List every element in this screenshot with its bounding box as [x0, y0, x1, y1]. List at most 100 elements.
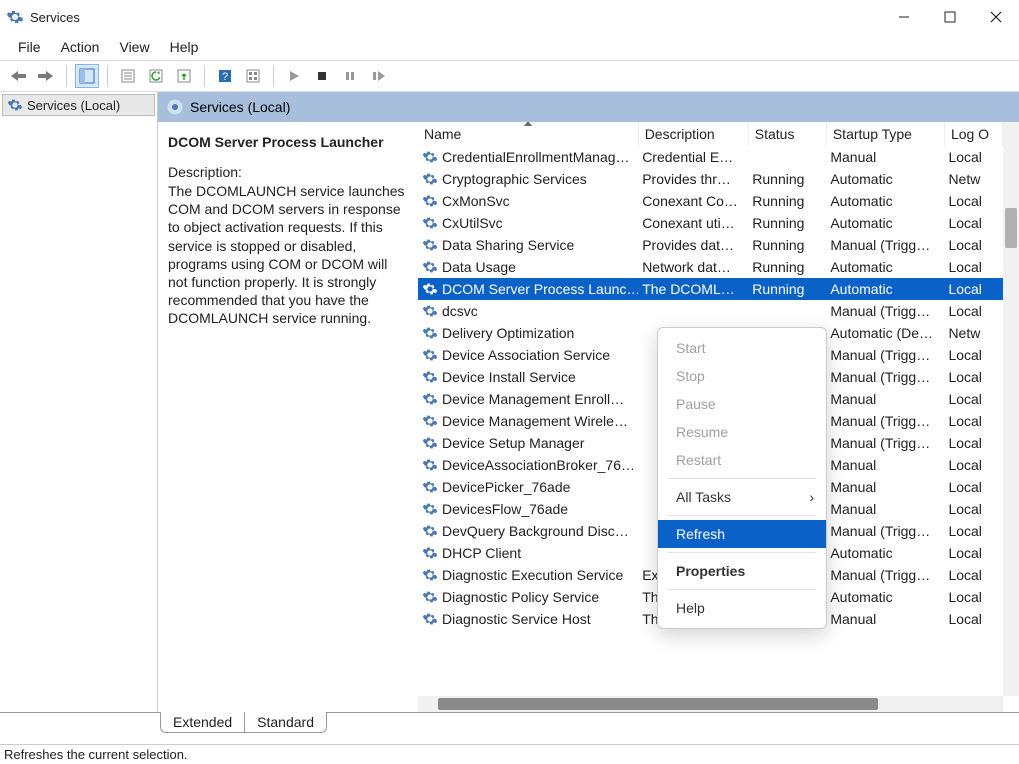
cell-name: CxUtilSvc: [442, 215, 503, 231]
menu-action[interactable]: Action: [51, 36, 110, 58]
cell-desc: Provides dat…: [638, 234, 748, 256]
cell-startup: Manual: [826, 454, 944, 476]
gear-icon: [422, 589, 438, 605]
cell-name: dcsvc: [442, 303, 478, 319]
properties-button[interactable]: [116, 64, 140, 88]
cell-logon: Local: [944, 344, 1002, 366]
cell-status: Running: [748, 234, 826, 256]
large-icons-button[interactable]: [241, 64, 265, 88]
cell-logon: Local: [944, 608, 1002, 630]
show-hide-tree-button[interactable]: [75, 64, 99, 88]
cell-logon: Local: [944, 410, 1002, 432]
cell-desc: [638, 300, 748, 322]
gear-icon: [422, 457, 438, 473]
gear-icon: [422, 193, 438, 209]
restart-button[interactable]: [366, 64, 390, 88]
help-button[interactable]: ?: [213, 64, 237, 88]
col-startup[interactable]: Startup Type: [826, 122, 944, 146]
cell-startup: Manual (Trigg…: [826, 520, 944, 542]
forward-button[interactable]: [34, 64, 58, 88]
cell-name: Data Usage: [442, 259, 516, 275]
cell-logon: Local: [944, 300, 1002, 322]
gear-icon: [422, 567, 438, 583]
export-button[interactable]: [172, 64, 196, 88]
cell-name: DevicePicker_76ade: [442, 479, 570, 495]
cell-logon: Netw: [944, 322, 1002, 344]
ctx-refresh[interactable]: Refresh: [658, 520, 826, 548]
gear-icon: [422, 413, 438, 429]
cell-name: Data Sharing Service: [442, 237, 574, 253]
gear-icon: [422, 171, 438, 187]
cell-startup: Automatic: [826, 542, 944, 564]
description-label: Description:: [168, 164, 408, 180]
description-text: The DCOMLAUNCH service launches COM and …: [168, 182, 408, 328]
close-button[interactable]: [973, 0, 1019, 34]
cell-name: CredentialEnrollmentManag…: [442, 149, 630, 165]
col-logon[interactable]: Log O: [944, 122, 1002, 146]
col-name[interactable]: Name: [418, 122, 638, 146]
cell-logon: Netw: [944, 168, 1002, 190]
refresh-button[interactable]: [144, 64, 168, 88]
gear-icon: [422, 325, 438, 341]
col-status[interactable]: Status: [748, 122, 826, 146]
cell-status: [748, 146, 826, 168]
cell-desc: Network dat…: [638, 256, 748, 278]
tab-extended[interactable]: Extended: [160, 712, 245, 733]
col-description[interactable]: Description: [638, 122, 748, 146]
ctx-restart: Restart: [658, 446, 826, 474]
gear-icon: [422, 237, 438, 253]
pane-title: Services (Local): [190, 99, 290, 115]
tree-item-services-local[interactable]: Services (Local): [2, 94, 155, 116]
cell-logon: Local: [944, 234, 1002, 256]
cell-desc: Conexant Co…: [638, 190, 748, 212]
gear-icon: [422, 347, 438, 363]
stop-button[interactable]: [310, 64, 334, 88]
cell-logon: Local: [944, 498, 1002, 520]
table-row[interactable]: DCOM Server Process Launc…The DCOML…Runn…: [418, 278, 1003, 300]
cell-logon: Local: [944, 388, 1002, 410]
ctx-properties[interactable]: Properties: [658, 557, 826, 585]
cell-startup: Manual (Trigg…: [826, 300, 944, 322]
cell-startup: Automatic: [826, 190, 944, 212]
minimize-button[interactable]: [881, 0, 927, 34]
table-row[interactable]: CredentialEnrollmentManag…Credential E…M…: [418, 146, 1003, 168]
vertical-scrollbar[interactable]: [1003, 122, 1019, 696]
cell-startup: Automatic: [826, 278, 944, 300]
ctx-all-tasks[interactable]: All Tasks: [658, 483, 826, 511]
table-row[interactable]: Data Sharing Service Provides dat…Running…: [418, 234, 1003, 256]
table-row[interactable]: Cryptographic ServicesProvides thr…Runni…: [418, 168, 1003, 190]
gear-icon: [422, 611, 438, 627]
cell-status: Running: [748, 190, 826, 212]
cell-startup: Automatic: [826, 168, 944, 190]
gear-icon: [422, 435, 438, 451]
gear-icon: [422, 479, 438, 495]
ctx-pause: Pause: [658, 390, 826, 418]
cell-desc: Conexant uti…: [638, 212, 748, 234]
gear-icon: [422, 545, 438, 561]
horizontal-scrollbar[interactable]: [418, 696, 1003, 712]
cell-logon: Local: [944, 256, 1002, 278]
menu-view[interactable]: View: [109, 36, 159, 58]
cell-logon: Local: [944, 366, 1002, 388]
cell-name: DevQuery Background Disc…: [442, 523, 629, 539]
cell-name: DCOM Server Process Launc…: [442, 281, 638, 297]
table-row[interactable]: Data UsageNetwork dat…RunningAutomaticLo…: [418, 256, 1003, 278]
ctx-help[interactable]: Help: [658, 594, 826, 622]
back-button[interactable]: [6, 64, 30, 88]
table-row[interactable]: CxMonSvcConexant Co…RunningAutomaticLoca…: [418, 190, 1003, 212]
gear-icon: [422, 281, 438, 297]
cell-startup: Manual: [826, 476, 944, 498]
table-row[interactable]: dcsvc Manual (Trigg…Local: [418, 300, 1003, 322]
tab-standard[interactable]: Standard: [244, 712, 327, 733]
cell-startup: Manual (Trigg…: [826, 432, 944, 454]
menu-help[interactable]: Help: [160, 36, 209, 58]
maximize-button[interactable]: [927, 0, 973, 34]
start-button[interactable]: [282, 64, 306, 88]
gear-icon: [422, 391, 438, 407]
menu-file[interactable]: File: [8, 36, 51, 58]
cell-logon: Local: [944, 476, 1002, 498]
ctx-start: Start: [658, 334, 826, 362]
pause-button[interactable]: [338, 64, 362, 88]
table-row[interactable]: CxUtilSvcConexant uti…RunningAutomaticLo…: [418, 212, 1003, 234]
window-title: Services: [30, 10, 80, 25]
